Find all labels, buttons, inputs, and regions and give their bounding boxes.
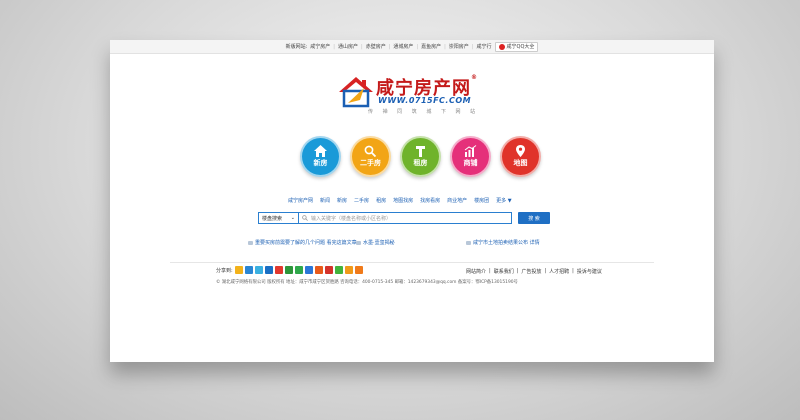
search-icon (302, 215, 308, 221)
topbar-label: 新版网站: (285, 44, 308, 50)
footer-link[interactable]: 广告投放 (521, 268, 541, 275)
footer-link[interactable]: 人才招聘 (549, 268, 569, 275)
search-type-select[interactable]: 楼盘搜索 ⌄ (258, 212, 298, 224)
footer-divider (170, 262, 654, 263)
qq-directory-button[interactable]: 咸宁QQ大全 (494, 41, 539, 52)
topbar-link[interactable]: 嘉鱼房产 (421, 43, 441, 50)
search-input[interactable]: 输入关键字（楼盘名称或小区名称） (298, 212, 512, 224)
browser-page: 新版网站: 咸宁房产 | 通山房产 | 赤壁房产 | 通城房产 | 嘉鱼房产 | 崇阳房产… (110, 40, 714, 362)
nav-link[interactable]: 咸宁房产网 (288, 197, 313, 204)
topbar-link[interactable]: 咸宁房产 (310, 43, 330, 50)
topbar-link[interactable]: 通山房产 (338, 43, 358, 50)
renren-icon[interactable] (264, 266, 273, 274)
sina-weibo-icon[interactable] (244, 266, 253, 274)
nav-link[interactable]: 楼房团 (474, 197, 489, 204)
footer-link[interactable]: 投诉与建议 (577, 268, 602, 275)
shops-button[interactable]: 商铺 (450, 136, 491, 177)
qq-directory-label: 咸宁QQ大全 (506, 44, 535, 50)
main-nav: 咸宁房产网 新闻 新房 二手房 租房 地图找房 找房看房 商业地产 楼房团 更多… (288, 197, 512, 204)
qzone-icon[interactable] (234, 266, 243, 274)
nav-link[interactable]: 新闻 (320, 197, 330, 204)
nav-more-link[interactable]: 更多 ▼ (496, 197, 511, 204)
news-text: 水墨·壹玺揭秘 (363, 240, 395, 246)
map-button[interactable]: 地图 (500, 136, 541, 177)
house-icon (314, 145, 327, 157)
news-item[interactable]: 咸宁市土地拍卖结果公布 详情 (466, 239, 540, 246)
magnifier-icon (364, 145, 377, 157)
chart-icon (464, 145, 477, 157)
taobao-icon[interactable] (314, 266, 323, 274)
category-buttons: 新房 二手房 租房 商铺 地图 (300, 136, 541, 177)
pengyou-icon[interactable] (294, 266, 303, 274)
footer-link[interactable]: 网站简介 (466, 268, 486, 275)
nav-link[interactable]: 商业地产 (447, 197, 467, 204)
topbar-link[interactable]: 通城房产 (393, 43, 413, 50)
circle-label: 地图 (513, 159, 528, 167)
wechat-icon[interactable] (334, 266, 343, 274)
nav-link[interactable]: 二手房 (354, 197, 369, 204)
speech-bubble-icon (356, 240, 361, 245)
qq-penguin-icon (498, 43, 505, 50)
footer-links: 网站简介 | 联系我们 | 广告投放 | 人才招聘 | 投诉与建议 (466, 268, 602, 275)
key-icon (416, 146, 425, 157)
search-button[interactable]: 搜 索 (518, 212, 550, 224)
circle-label: 商铺 (463, 159, 478, 167)
logo-url: WWW.0715FC.COM (378, 96, 472, 105)
nav-link[interactable]: 找房看房 (420, 197, 440, 204)
163-icon[interactable] (324, 266, 333, 274)
search-bar: 楼盘搜索 ⌄ 输入关键字（楼盘名称或小区名称） 搜 索 (258, 212, 550, 224)
news-text: 重要买房前需要了解的几个问题 看完这篇文章 (255, 240, 357, 246)
second-hand-house-button[interactable]: 二手房 (350, 136, 391, 177)
news-item[interactable]: 重要买房前需要了解的几个问题 看完这篇文章 (248, 239, 357, 246)
sohu-icon[interactable] (344, 266, 353, 274)
site-logo[interactable]: 咸宁房产网® WWW.0715FC.COM 传 禅 同 筑 城 下 网 站 (338, 74, 488, 120)
news-item[interactable]: 水墨·壹玺揭秘 (356, 239, 395, 246)
nav-link[interactable]: 地图找房 (393, 197, 413, 204)
share-bar: 分享到: (216, 266, 363, 274)
tencent-weibo-icon[interactable] (254, 266, 263, 274)
copyright-text: © 湖北咸宁网络有限公司 版权所有 地址：咸宁市咸宁区贺胜路 咨询电话：400-… (216, 280, 518, 285)
circle-label: 新房 (313, 159, 328, 167)
circle-label: 租房 (413, 159, 428, 167)
baidu-icon[interactable] (304, 266, 313, 274)
rent-button[interactable]: 租房 (400, 136, 441, 177)
speech-bubble-icon (248, 240, 253, 245)
search-placeholder: 输入关键字（楼盘名称或小区名称） (311, 215, 392, 222)
map-pin-icon (516, 145, 525, 157)
caret-down-icon: ▼ (507, 198, 512, 204)
douban-icon[interactable] (284, 266, 293, 274)
new-house-button[interactable]: 新房 (300, 136, 341, 177)
nav-link[interactable]: 租房 (376, 197, 386, 204)
topbar-link[interactable]: 赤壁房产 (366, 43, 386, 50)
footer-link[interactable]: 联系我们 (494, 268, 514, 275)
chevron-down-icon: ⌄ (290, 215, 295, 221)
house-logo-icon (339, 77, 373, 108)
logo-slogan: 传 禅 同 筑 城 下 网 站 (368, 109, 480, 115)
topbar-link[interactable]: 咸宁行 (477, 43, 492, 50)
search-type-value: 楼盘搜索 (262, 215, 283, 222)
topbar-link[interactable]: 崇阳房产 (449, 43, 469, 50)
kaixin-icon[interactable] (274, 266, 283, 274)
speech-bubble-icon (466, 240, 471, 245)
more-share-icon[interactable] (354, 266, 363, 274)
news-text: 咸宁市土地拍卖结果公布 详情 (473, 240, 540, 246)
share-label: 分享到: (216, 267, 233, 274)
circle-label: 二手房 (360, 159, 381, 167)
nav-link[interactable]: 新房 (337, 197, 347, 204)
top-links-bar: 新版网站: 咸宁房产 | 通山房产 | 赤壁房产 | 通城房产 | 嘉鱼房产 | 崇阳房产… (110, 40, 714, 54)
